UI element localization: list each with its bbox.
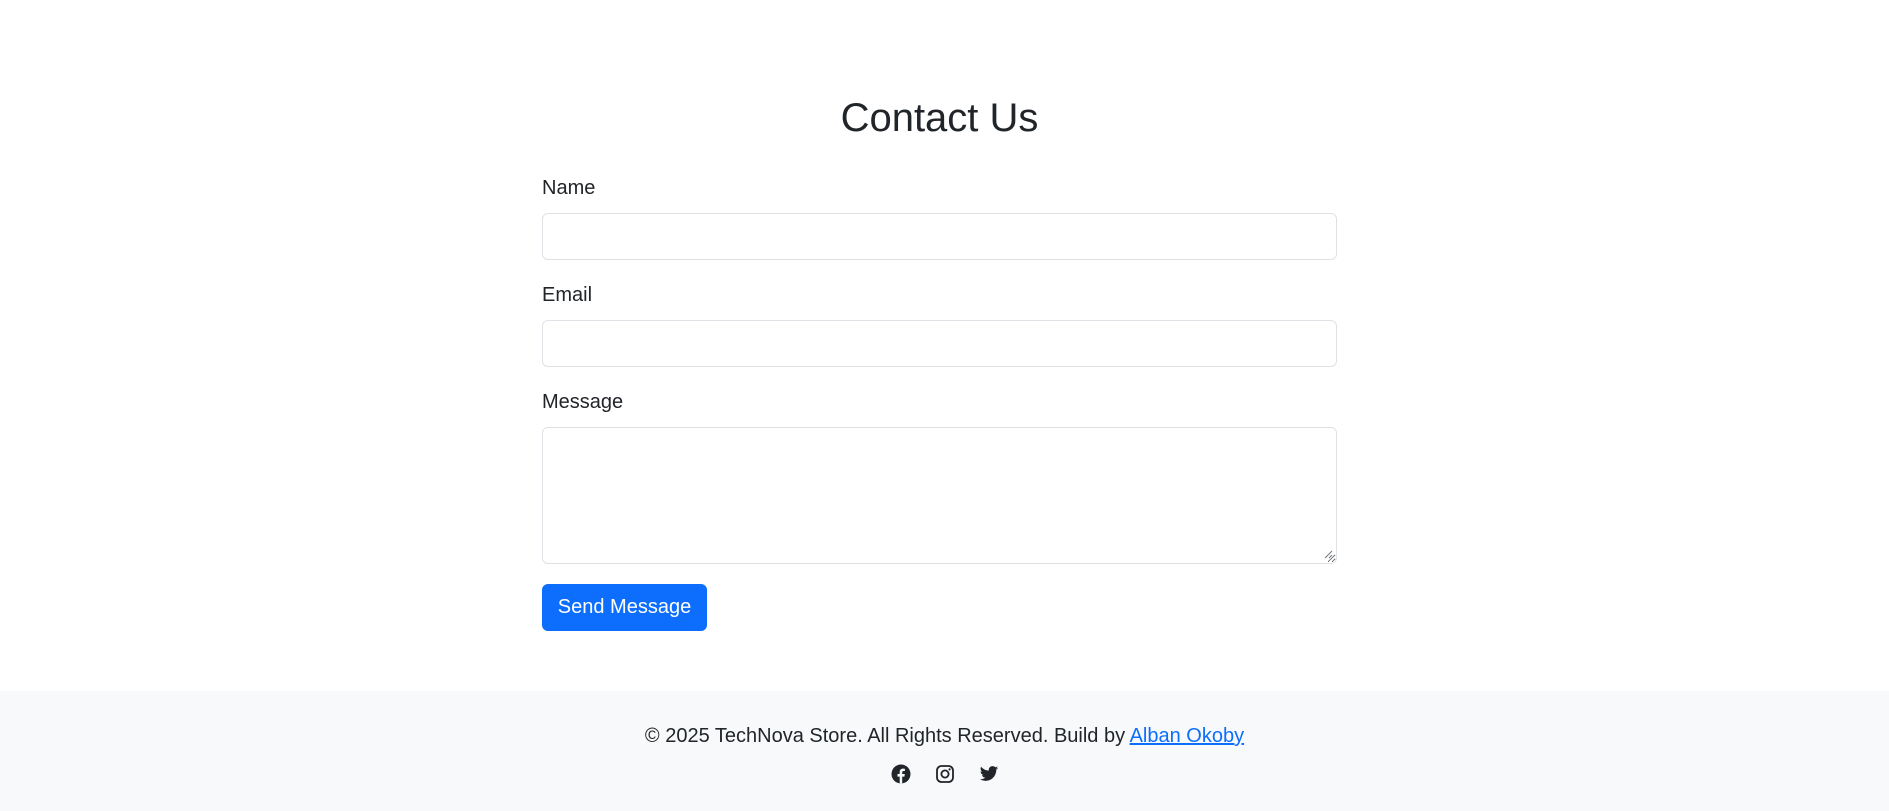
email-label: Email (542, 284, 593, 306)
social-icons (0, 764, 1889, 786)
instagram-icon[interactable] (935, 764, 955, 784)
page-title: Contact Us (840, 96, 1039, 140)
name-label: Name (542, 177, 596, 199)
footer-copyright: © 2025 TechNova Store. All Rights Reserv… (0, 724, 1889, 748)
main-content: Contact Us Name Email Message Send Messa… (0, 0, 1889, 691)
facebook-icon[interactable] (891, 764, 911, 784)
name-input[interactable] (542, 213, 1337, 260)
message-textarea[interactable] (542, 427, 1337, 564)
author-link[interactable]: Alban Okoby (1130, 725, 1245, 747)
resize-grip-icon[interactable] (1323, 549, 1333, 559)
twitter-icon[interactable] (979, 764, 999, 784)
send-message-button[interactable]: Send Message (542, 584, 707, 631)
copyright-text: © 2025 TechNova Store. All Rights Reserv… (644, 725, 1130, 747)
email-input[interactable] (542, 320, 1337, 367)
footer (0, 691, 1889, 811)
message-label: Message (542, 391, 624, 413)
